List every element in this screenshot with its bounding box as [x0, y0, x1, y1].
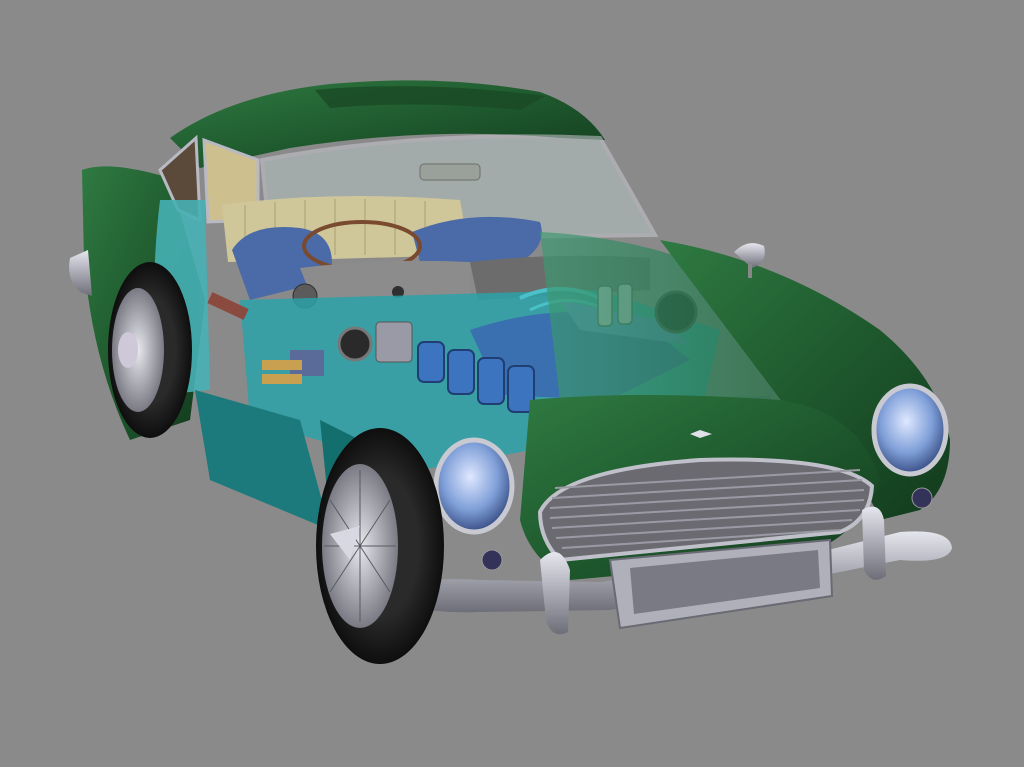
headlamp-left-icon [433, 437, 515, 535]
rear-view-mirror [419, 163, 481, 181]
render-viewport [0, 0, 1024, 767]
car-cutaway-illustration [69, 80, 952, 664]
front-wheel [316, 428, 444, 664]
headlamp-right-icon [871, 383, 949, 477]
overrider-right [862, 506, 886, 580]
pulley [337, 326, 373, 362]
rear-wheel [108, 262, 192, 438]
overrider-left [540, 552, 570, 635]
